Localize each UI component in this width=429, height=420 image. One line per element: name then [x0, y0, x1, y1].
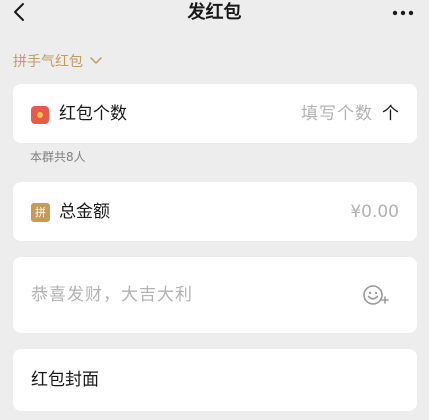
top-nav-bar: 发红包 [0, 0, 429, 30]
packet-count-unit: 个 [382, 104, 399, 124]
pin-badge-icon: 拼 [31, 203, 50, 222]
packet-type-selector[interactable]: 拼手气红包 [13, 51, 103, 71]
total-amount-label: 总金额 [59, 202, 110, 222]
packet-type-label: 拼手气红包 [13, 54, 83, 70]
red-packet-icon [31, 106, 49, 124]
total-amount-input[interactable]: ¥0.00 [350, 201, 399, 223]
packet-cover-row[interactable]: 红包封面 [13, 349, 417, 411]
packet-cover-label: 红包封面 [31, 370, 99, 390]
packet-count-label: 红包个数 [59, 104, 127, 124]
chevron-down-icon [90, 57, 102, 64]
packet-count-input[interactable]: 填写个数 [301, 103, 373, 125]
greeting-card[interactable]: 恭喜发财，大吉大利 [13, 257, 417, 333]
group-member-note: 本群共8人 [30, 150, 86, 164]
emoji-add-icon[interactable] [361, 283, 391, 307]
greeting-input[interactable]: 恭喜发财，大吉大利 [31, 284, 193, 306]
total-amount-row[interactable]: 拼 总金额 ¥0.00 [13, 182, 417, 241]
page-title: 发红包 [187, 2, 242, 23]
packet-count-row[interactable]: 红包个数 填写个数 个 [13, 84, 417, 143]
more-dots-icon[interactable] [391, 9, 415, 17]
